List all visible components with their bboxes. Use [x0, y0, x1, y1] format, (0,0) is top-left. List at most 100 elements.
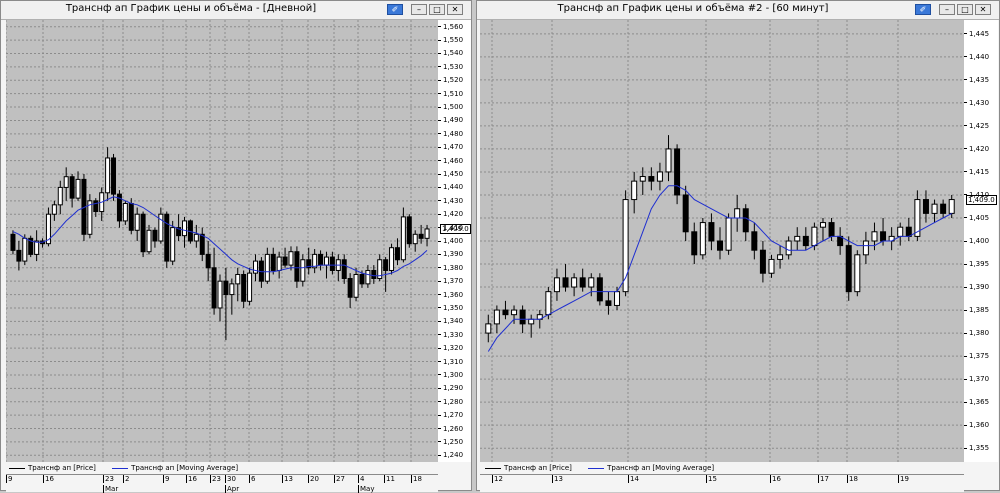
candle-up	[897, 226, 904, 237]
ma-legend-label: Транснф ап [Moving Average]	[131, 464, 239, 472]
y-tick-label: 1,290	[438, 384, 463, 392]
x-tick-label: 23	[103, 475, 114, 483]
candle-up	[182, 220, 188, 237]
y-tick-label: 1,400	[964, 237, 989, 245]
pin-icon[interactable]: ✐	[387, 4, 403, 15]
candle-up	[588, 277, 595, 288]
candle-down	[418, 233, 424, 239]
candle-up	[768, 258, 775, 274]
candle-up	[931, 203, 938, 214]
candle-up	[235, 273, 241, 285]
chart-legend: Транснф ап [Price] Транснф ап [Moving Av…	[9, 464, 238, 474]
y-tick-label: 1,250	[438, 438, 463, 446]
ma-legend-label: Транснф ап [Moving Average]	[607, 464, 715, 472]
candle-up	[656, 171, 663, 182]
y-tick-label: 1,440	[438, 183, 463, 191]
window-titlebar[interactable]: Транснф ап График цены и объёма - [Дневн…	[1, 1, 471, 20]
candle-up	[571, 277, 578, 288]
candle-down	[828, 222, 835, 237]
candle-up	[63, 176, 69, 188]
x-tick-label: 16	[43, 475, 54, 483]
daily-chart-window[interactable]: Транснф ап График цены и объёма - [Дневн…	[0, 0, 472, 493]
y-tick-label: 1,350	[438, 304, 463, 312]
candle-down	[318, 253, 324, 266]
pin-icon[interactable]: ✐	[915, 4, 931, 15]
candle-up	[665, 148, 672, 173]
y-tick-label: 1,550	[438, 36, 463, 44]
y-tick-label: 1,370	[964, 375, 989, 383]
ma-legend-swatch	[112, 467, 129, 469]
candle-up	[389, 247, 395, 271]
close-button[interactable]: ✕	[975, 4, 991, 15]
candle-up	[511, 309, 518, 316]
candle-up	[264, 253, 270, 282]
y-tick-label: 1,540	[438, 49, 463, 57]
candle-down	[519, 309, 526, 325]
x-month-label: May	[358, 485, 375, 493]
ma-legend-swatch	[588, 467, 605, 469]
candle-down	[562, 277, 569, 288]
candle-down	[241, 273, 247, 302]
candle-down	[922, 199, 929, 214]
candle-down	[691, 231, 698, 256]
minimize-button[interactable]: –	[939, 4, 955, 15]
candle-down	[371, 269, 377, 280]
y-tick-label: 1,430	[964, 99, 989, 107]
candle-down	[329, 256, 335, 271]
candle-up	[300, 259, 306, 282]
candle-up	[528, 318, 535, 325]
candle-down	[880, 231, 887, 242]
x-tick-label: 9	[163, 475, 170, 483]
y-tick-label: 1,405	[964, 214, 989, 222]
candle-up	[553, 277, 560, 293]
hourly-chart-window[interactable]: Транснф ап График цены и объёма #2 - [60…	[476, 0, 1000, 492]
candle-up	[365, 269, 371, 285]
y-tick-label: 1,410	[438, 224, 463, 232]
candle-up	[862, 240, 869, 256]
moving-average-line	[12, 196, 428, 277]
candle-up	[631, 180, 638, 201]
candle-down	[759, 249, 766, 274]
candle-up	[51, 204, 57, 215]
candle-down	[502, 309, 509, 316]
candle-up	[400, 216, 406, 261]
candle-up	[288, 251, 294, 266]
candle-down	[10, 233, 16, 251]
y-tick-label: 1,360	[438, 291, 463, 299]
candle-up	[247, 272, 253, 302]
candle-down	[211, 267, 217, 309]
candle-down	[111, 157, 117, 195]
candle-down	[223, 280, 229, 296]
x-tick-label: 13	[282, 475, 293, 483]
candle-up	[545, 291, 552, 316]
price-plot[interactable]	[6, 20, 438, 462]
price-axis: 1,409.0 1,445 1,440 1,435 1,430 1,425 1,420 1,…	[964, 20, 998, 462]
minimize-button[interactable]: –	[411, 4, 427, 15]
candle-up	[252, 260, 258, 274]
price-plot[interactable]	[480, 20, 964, 462]
candle-down	[394, 247, 400, 261]
window-titlebar[interactable]: Транснф ап График цены и объёма #2 - [60…	[477, 1, 999, 20]
candle-up	[854, 254, 861, 293]
candle-up	[819, 222, 826, 228]
x-tick-label: 14	[628, 475, 639, 483]
restore-button[interactable]: □	[957, 4, 973, 15]
candle-down	[802, 235, 809, 247]
y-tick-label: 1,520	[438, 76, 463, 84]
price-axis: 1,409.0 1,560 1,550 1,540 1,530 1,520 1,510 1,…	[438, 20, 471, 462]
restore-button[interactable]: □	[429, 4, 445, 15]
y-tick-label: 1,300	[438, 371, 463, 379]
x-tick-label: 18	[411, 475, 422, 483]
x-tick-label: 9	[6, 475, 13, 483]
y-tick-label: 1,385	[964, 306, 989, 314]
candle-down	[717, 240, 723, 251]
y-tick-label: 1,270	[438, 411, 463, 419]
x-month-label: Mar	[103, 485, 119, 493]
x-tick-label: 16	[770, 475, 781, 483]
candle-up	[75, 178, 81, 199]
candle-up	[871, 231, 878, 242]
y-tick-label: 1,500	[438, 103, 463, 111]
close-button[interactable]: ✕	[447, 4, 463, 15]
x-tick-label: 17	[818, 475, 829, 483]
x-tick-label: 23	[210, 475, 221, 483]
